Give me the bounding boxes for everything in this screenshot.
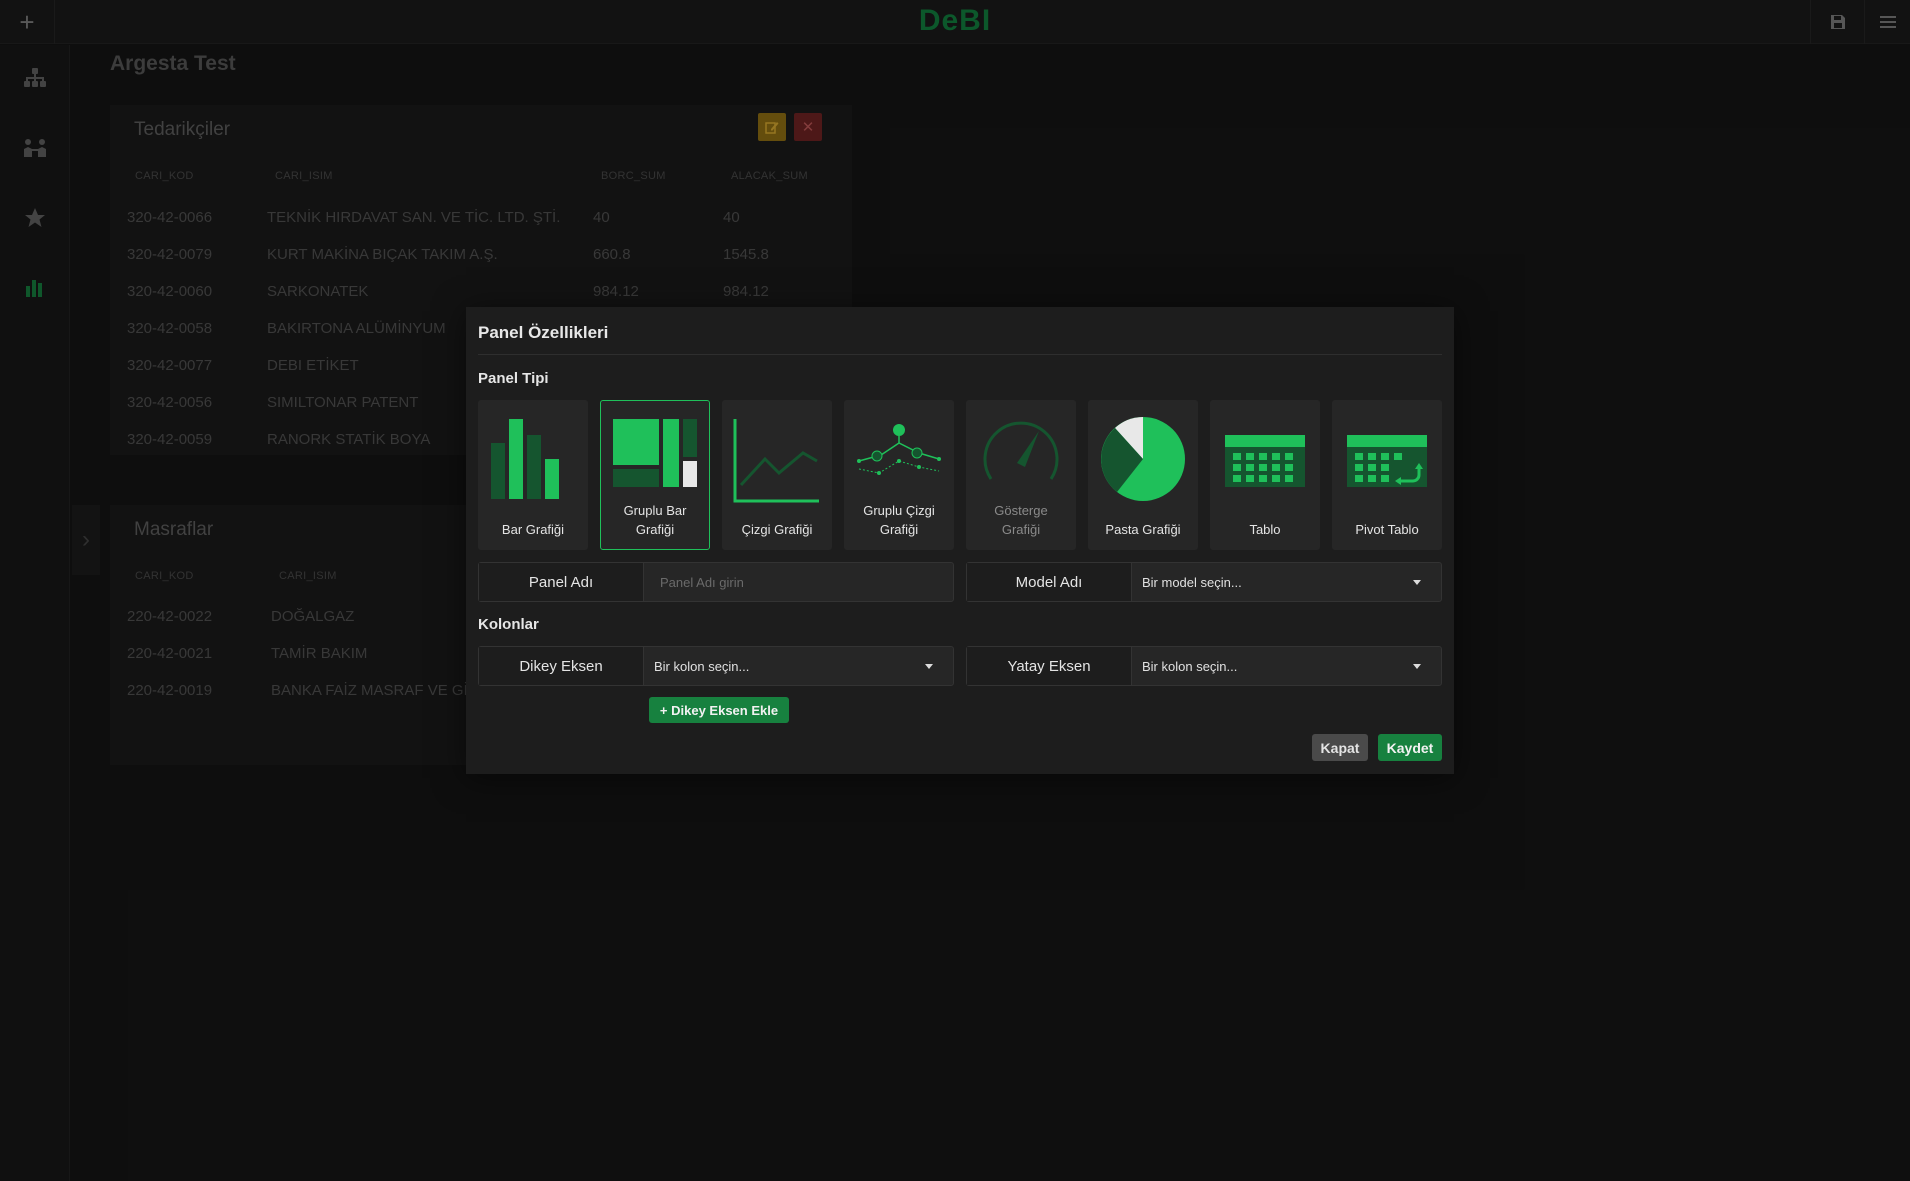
- type-label: Gösterge: [994, 503, 1048, 518]
- vertical-axis-field: Dikey Eksen Bir kolon seçin...: [478, 646, 954, 686]
- type-label: Bar Grafiği: [501, 522, 565, 537]
- vertical-axis-label: Dikey Eksen: [479, 647, 644, 685]
- grouped-line-chart-icon: [857, 424, 941, 475]
- chevron-down-icon[interactable]: [925, 664, 933, 669]
- add-vertical-axis-button[interactable]: + Dikey Eksen Ekle: [649, 697, 789, 723]
- table-icon: [1225, 435, 1305, 487]
- save-button[interactable]: Kaydet: [1378, 734, 1442, 761]
- type-pivot-table[interactable]: Pivot Tablo: [1332, 400, 1442, 550]
- type-table[interactable]: Tablo: [1210, 400, 1320, 550]
- panel-name-label: Panel Adı: [479, 563, 644, 601]
- type-grouped-bar-chart[interactable]: Gruplu Bar Grafiği: [600, 400, 710, 550]
- columns-heading: Kolonlar: [478, 616, 539, 633]
- divider: [478, 354, 1442, 355]
- grouped-bar-chart-icon: [613, 419, 697, 487]
- pivot-table-icon: [1347, 435, 1427, 487]
- type-line-chart[interactable]: Çizgi Grafiği: [722, 400, 832, 550]
- chevron-down-icon[interactable]: [1413, 664, 1421, 669]
- chevron-down-icon[interactable]: [1413, 580, 1421, 585]
- type-pie-chart[interactable]: Pasta Grafiği: [1088, 400, 1198, 550]
- model-name-label: Model Adı: [967, 563, 1132, 601]
- pie-chart-icon: [1101, 417, 1185, 501]
- type-label: Tablo: [1249, 522, 1281, 537]
- vertical-axis-select[interactable]: Bir kolon seçin...: [644, 647, 953, 685]
- model-name-field: Model Adı Bir model seçin...: [966, 562, 1442, 602]
- bar-chart-icon: [491, 419, 559, 499]
- type-label: Grafiği: [879, 522, 919, 537]
- panel-name-field: Panel Adı Panel Adı girin: [478, 562, 954, 602]
- model-select[interactable]: Bir model seçin...: [1132, 563, 1441, 601]
- gauge-icon: [983, 421, 1059, 480]
- horizontal-axis-label: Yatay Eksen: [967, 647, 1132, 685]
- type-label: Pivot Tablo: [1355, 522, 1419, 537]
- panel-type-heading: Panel Tipi: [478, 370, 549, 387]
- type-label: Grafiği: [635, 522, 675, 537]
- close-button[interactable]: Kapat: [1312, 734, 1368, 761]
- type-label: Grafiği: [1001, 522, 1041, 537]
- horizontal-axis-select[interactable]: Bir kolon seçin...: [1132, 647, 1441, 685]
- panel-properties-modal: Panel Özellikleri Panel Tipi Bar Grafiği…: [466, 307, 1454, 774]
- type-bar-chart[interactable]: Bar Grafiği: [478, 400, 588, 550]
- type-label: Çizgi Grafiği: [741, 522, 813, 537]
- type-label: Pasta Grafiği: [1105, 522, 1181, 537]
- type-label: Gruplu Bar: [623, 503, 687, 518]
- panel-name-input[interactable]: Panel Adı girin: [644, 563, 953, 601]
- type-grouped-line-chart[interactable]: Gruplu Çizgi Grafiği: [844, 400, 954, 550]
- line-chart-icon: [733, 419, 819, 503]
- type-label: Gruplu Çizgi: [863, 503, 935, 518]
- type-gauge-chart[interactable]: Gösterge Grafiği: [966, 400, 1076, 550]
- modal-title: Panel Özellikleri: [478, 323, 609, 342]
- horizontal-axis-field: Yatay Eksen Bir kolon seçin...: [966, 646, 1442, 686]
